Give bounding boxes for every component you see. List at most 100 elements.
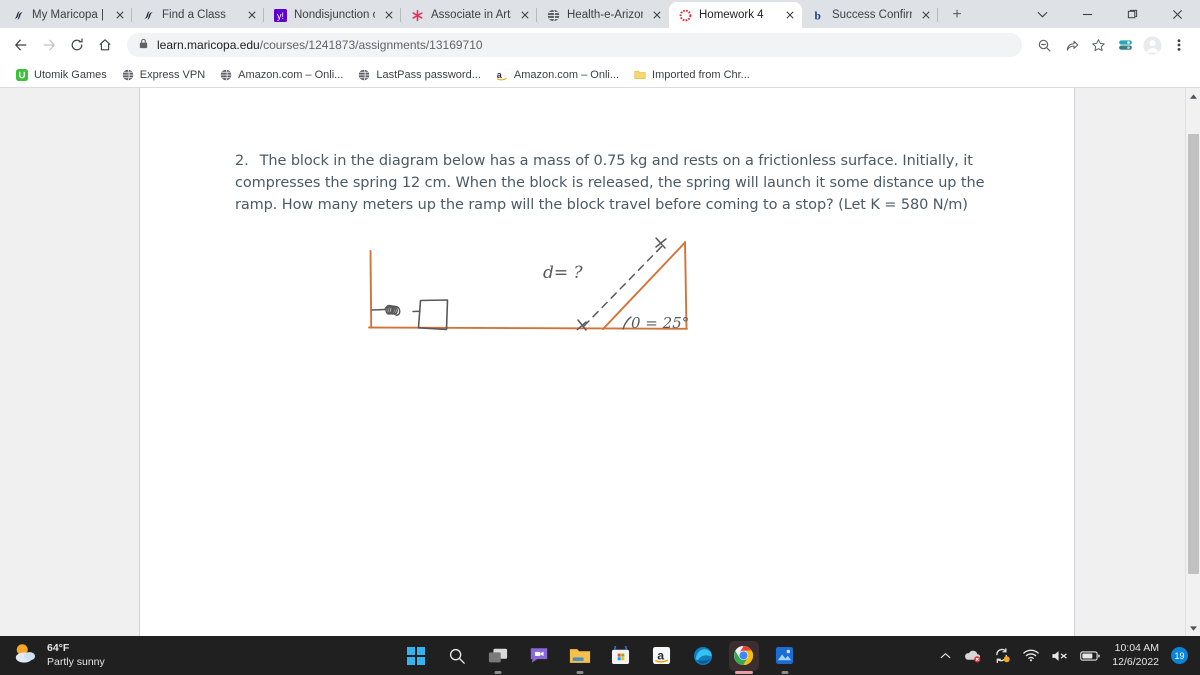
task-view-button[interactable] (483, 641, 513, 674)
windows-update-icon[interactable] (994, 648, 1011, 663)
new-tab-button[interactable]: + (944, 2, 970, 28)
browser-tab[interactable]: Health-e-Arizona (537, 2, 669, 28)
page-scrollbar[interactable] (1185, 88, 1200, 636)
tab-title: Homework 4 (699, 9, 764, 21)
tab-close-icon[interactable] (782, 7, 798, 23)
app-running-indicator (781, 670, 788, 674)
globe-icon (357, 68, 371, 82)
tab-close-icon[interactable] (649, 7, 665, 23)
globe-icon (121, 68, 135, 82)
chrome-button[interactable] (728, 640, 759, 674)
volume-muted-icon[interactable] (1051, 649, 1068, 663)
reload-icon[interactable] (64, 32, 90, 58)
minimize-icon[interactable] (1065, 0, 1110, 28)
chat-button[interactable] (524, 641, 554, 671)
scroll-up-arrow-icon[interactable] (1186, 88, 1200, 104)
browser-tab[interactable]: y! Nondisjunction o (264, 2, 401, 28)
browser-tab[interactable]: b Success Confirma (802, 2, 938, 28)
bookmark-item[interactable]: a Amazon.com – Onli... (488, 66, 626, 84)
tab-close-icon[interactable] (918, 7, 934, 23)
wifi-icon[interactable] (1023, 649, 1040, 662)
svg-text:b: b (814, 10, 820, 21)
question-text: The block in the diagram below has a mas… (235, 153, 985, 214)
block-shape (417, 299, 449, 331)
extension-icon[interactable] (1112, 32, 1138, 58)
yahoo-icon: y! (273, 8, 287, 22)
toolbar-right-actions (1031, 32, 1192, 58)
notification-badge[interactable]: 19 (1171, 647, 1188, 664)
chevron-up-icon[interactable] (940, 652, 951, 660)
home-icon[interactable] (92, 32, 118, 58)
tab-close-icon[interactable] (112, 7, 128, 23)
browser-tab-active[interactable]: Homework 4 (669, 2, 802, 28)
browser-window: My Maricopa | M Find a Class y! Nondisju… (0, 0, 1200, 636)
amazon-button[interactable]: a (647, 641, 677, 671)
question-body: 2. The block in the diagram below has a m… (235, 150, 995, 216)
three-dot-menu-icon[interactable] (1166, 32, 1192, 58)
clock-date: 12/6/2022 (1112, 655, 1159, 668)
globe-icon (219, 68, 233, 82)
tab-close-icon[interactable] (517, 7, 533, 23)
tab-close-icon[interactable] (381, 7, 397, 23)
folder-icon (633, 68, 647, 82)
star-icon[interactable] (1085, 32, 1111, 58)
tab-title: Health-e-Arizona (567, 9, 643, 21)
bookmark-label: Express VPN (139, 68, 206, 81)
amazon-icon: a (495, 68, 509, 82)
bookmark-item[interactable]: LastPass password... (350, 66, 488, 84)
page-right-margin (1075, 88, 1200, 636)
start-button[interactable] (401, 641, 431, 671)
scrollbar-track[interactable] (1186, 104, 1200, 620)
bookmark-item[interactable]: Utomik Games (8, 66, 114, 84)
tab-close-icon[interactable] (244, 7, 260, 23)
system-tray: 10:04 AM 12/6/2022 19 (940, 636, 1200, 675)
microsoft-store-button[interactable] (606, 641, 636, 671)
canvas-icon (678, 8, 692, 22)
close-icon[interactable] (1155, 0, 1200, 28)
bookmarks-bar: Utomik Games Express VPN Amazon.com – On… (0, 62, 1200, 88)
photos-button[interactable] (770, 641, 800, 674)
share-icon[interactable] (1058, 32, 1084, 58)
maximize-icon[interactable] (1110, 0, 1155, 28)
scrollbar-thumb[interactable] (1187, 134, 1199, 574)
zoom-out-icon[interactable] (1031, 32, 1057, 58)
clock-time: 10:04 AM (1114, 641, 1159, 654)
battery-icon[interactable] (1080, 650, 1100, 662)
windows-taskbar: 64°F Partly sunny a 10:04 AM 12/6/2022 1… (0, 636, 1200, 675)
tab-title: Success Confirma (832, 9, 912, 21)
spring-coil (371, 304, 421, 317)
window-controls (1020, 0, 1200, 28)
page-viewport: 2. The block in the diagram below has a m… (0, 88, 1200, 636)
svg-text:a: a (657, 648, 664, 662)
bookmark-item[interactable]: Imported from Chr... (626, 66, 757, 84)
forward-arrow-icon[interactable] (36, 32, 62, 58)
browser-tab[interactable]: My Maricopa | M (2, 2, 132, 28)
bookmark-label: Imported from Chr... (652, 68, 750, 81)
tab-search-icon[interactable] (1020, 0, 1065, 28)
maricopa-icon (141, 8, 155, 22)
browser-tab[interactable]: Find a Class (132, 2, 264, 28)
url-host: learn.maricopa.edu (157, 38, 260, 52)
assignment-page: 2. The block in the diagram below has a m… (140, 88, 1075, 636)
taskbar-clock[interactable]: 10:04 AM 12/6/2022 (1112, 642, 1159, 670)
search-button[interactable] (442, 641, 472, 671)
bookmark-item[interactable]: Amazon.com – Onli... (212, 66, 350, 84)
avatar-icon[interactable] (1139, 32, 1165, 58)
bookmark-item[interactable]: Express VPN (114, 66, 212, 84)
tab-title: Nondisjunction o (294, 9, 375, 21)
assignment-content: 2. The block in the diagram below has a m… (235, 150, 995, 344)
edge-button[interactable] (688, 641, 718, 671)
ramp-diagram-svg: d= ? 0 = 25° (368, 237, 689, 332)
question-number: 2. (235, 153, 249, 169)
scroll-down-arrow-icon[interactable] (1186, 620, 1200, 636)
brainly-icon: b (811, 8, 825, 22)
browser-tab[interactable]: Associate in Arts (401, 2, 537, 28)
back-arrow-icon[interactable] (8, 32, 34, 58)
bookmark-label: Amazon.com – Onli... (238, 68, 344, 81)
utomik-icon (15, 68, 29, 82)
tab-title: Associate in Arts (431, 9, 511, 21)
onedrive-error-icon[interactable] (963, 649, 982, 663)
file-explorer-button[interactable] (565, 641, 595, 674)
tab-strip: My Maricopa | M Find a Class y! Nondisju… (0, 0, 1200, 28)
address-bar[interactable]: learn.maricopa.edu/courses/1241873/assig… (127, 33, 1022, 57)
